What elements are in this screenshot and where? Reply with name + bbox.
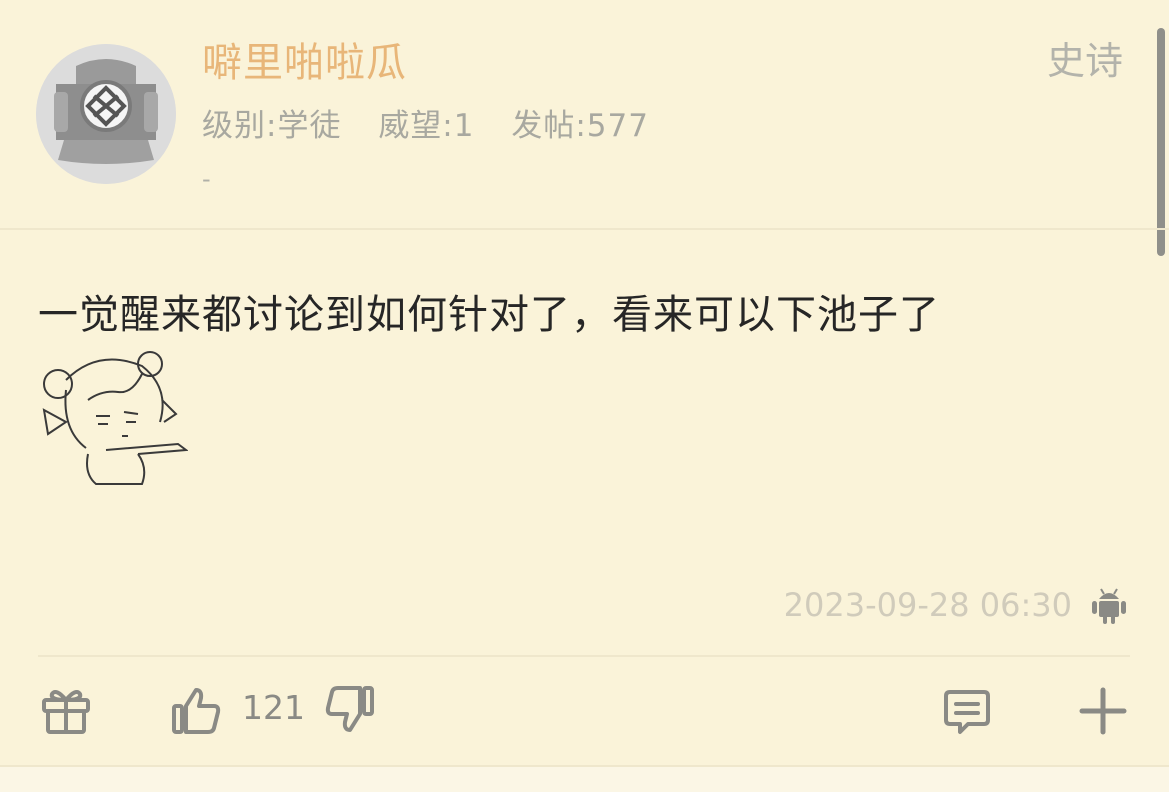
floor-label: 史诗 bbox=[1046, 39, 1123, 83]
post-card: 噼里啪啦瓜 级别:学徒 威望:1 发帖:577 - 史诗 一觉醒来都讨论到如何针… bbox=[0, 0, 1169, 792]
android-icon bbox=[1090, 585, 1128, 625]
header-divider bbox=[0, 228, 1169, 230]
diving-helmet-icon bbox=[36, 44, 176, 184]
username[interactable]: 噼里啪啦瓜 bbox=[202, 30, 407, 88]
user-level: 级别:学徒 bbox=[202, 108, 342, 144]
dislike-button[interactable] bbox=[324, 684, 376, 736]
like-button[interactable] bbox=[170, 684, 222, 736]
plus-icon bbox=[1079, 687, 1127, 735]
user-reputation: 威望:1 bbox=[378, 108, 475, 144]
user-signature: - bbox=[202, 165, 211, 193]
footer-divider bbox=[38, 655, 1130, 657]
thumbs-up-icon bbox=[172, 688, 221, 734]
post-timestamp: 2023-09-28 06:30 bbox=[783, 586, 1072, 624]
anime-girl-sticker bbox=[38, 350, 188, 486]
comment-icon bbox=[944, 690, 990, 734]
avatar[interactable] bbox=[36, 44, 176, 184]
scrollbar[interactable] bbox=[1157, 28, 1165, 256]
thumbs-down-icon bbox=[325, 686, 374, 732]
comment-button[interactable] bbox=[942, 686, 992, 736]
more-button[interactable] bbox=[1076, 684, 1130, 738]
post-content: 一觉醒来都讨论到如何针对了，看来可以下池子了 bbox=[38, 292, 940, 338]
user-meta: 级别:学徒 威望:1 发帖:577 bbox=[202, 100, 675, 145]
user-post-count: 发帖:577 bbox=[511, 108, 649, 144]
gift-icon bbox=[42, 690, 90, 734]
like-count: 121 bbox=[242, 688, 305, 727]
next-post-edge bbox=[0, 765, 1169, 792]
gift-button[interactable] bbox=[40, 684, 92, 736]
